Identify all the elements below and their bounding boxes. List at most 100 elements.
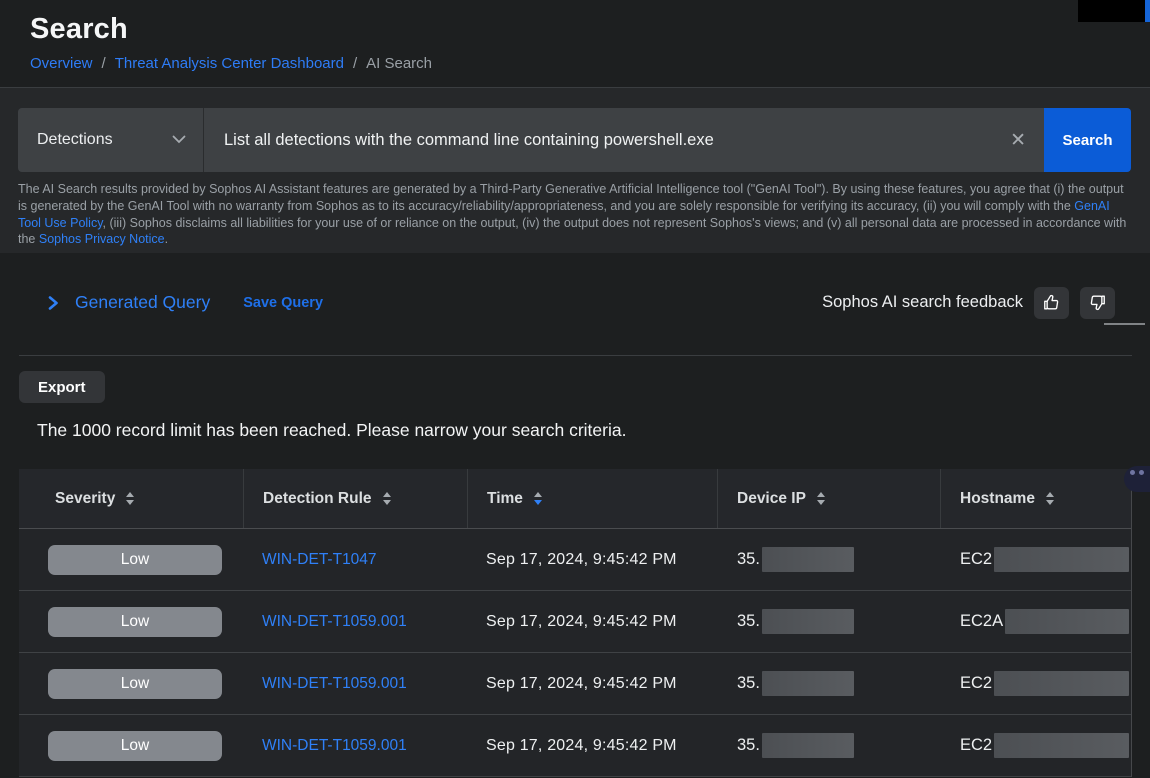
severity-badge: Low bbox=[48, 669, 222, 699]
breadcrumb-item[interactable]: Threat Analysis Center Dashboard bbox=[115, 55, 344, 72]
hostname-redaction bbox=[994, 547, 1129, 572]
column-header-device-ip[interactable]: Device IP bbox=[717, 469, 940, 528]
hostname-redaction bbox=[994, 671, 1129, 696]
time-value: Sep 17, 2024, 9:45:42 PM bbox=[486, 613, 677, 630]
breadcrumb-item: AI Search bbox=[366, 55, 432, 72]
device-ip-cell: 35. bbox=[717, 671, 940, 696]
search-bar: Detections List all detections with the … bbox=[18, 108, 1131, 172]
column-header-severity[interactable]: Severity bbox=[19, 469, 243, 528]
time-cell: Sep 17, 2024, 9:45:42 PM bbox=[467, 551, 717, 569]
hostname-redaction bbox=[994, 733, 1129, 758]
detection-rule-link[interactable]: WIN-DET-T1059.001 bbox=[262, 613, 407, 630]
breadcrumb: Overview / Threat Analysis Center Dashboar… bbox=[30, 55, 1120, 72]
severity-badge: Low bbox=[48, 731, 222, 761]
column-header-detection-rule[interactable]: Detection Rule bbox=[243, 469, 467, 528]
severity-cell: Low bbox=[19, 731, 243, 761]
feedback-label: Sophos AI search feedback bbox=[822, 293, 1023, 312]
search-button[interactable]: Search bbox=[1044, 108, 1131, 172]
floating-widget[interactable] bbox=[1124, 466, 1150, 492]
hostname-cell: EC2 bbox=[940, 671, 1131, 696]
sort-icon bbox=[126, 492, 134, 505]
table-header: Severity Detection Rule Time Device IP Hostn… bbox=[19, 469, 1131, 529]
disclaimer-segment: The AI Search results provided by Sophos… bbox=[18, 182, 1124, 213]
chevron-right-icon[interactable] bbox=[47, 295, 60, 311]
column-label: Hostname bbox=[960, 490, 1035, 508]
detection-rule-cell: WIN-DET-T1059.001 bbox=[243, 613, 467, 631]
column-label: Device IP bbox=[737, 490, 806, 508]
feedback-underline bbox=[1104, 323, 1145, 325]
thumbs-down-icon bbox=[1088, 293, 1107, 312]
device-ip-redaction bbox=[762, 609, 854, 634]
table-row[interactable]: Low WIN-DET-T1059.001 Sep 17, 2024, 9:45… bbox=[19, 653, 1131, 715]
severity-badge: Low bbox=[48, 607, 222, 637]
generated-query-toggle[interactable]: Generated Query bbox=[75, 292, 210, 313]
severity-badge: Low bbox=[48, 545, 222, 575]
column-label: Severity bbox=[55, 490, 115, 508]
column-header-time[interactable]: Time bbox=[467, 469, 717, 528]
severity-cell: Low bbox=[19, 669, 243, 699]
time-value: Sep 17, 2024, 9:45:42 PM bbox=[486, 551, 677, 568]
severity-cell: Low bbox=[19, 545, 243, 575]
detection-rule-cell: WIN-DET-T1059.001 bbox=[243, 737, 467, 755]
disclaimer-segment: . bbox=[165, 232, 168, 246]
detection-rule-link[interactable]: WIN-DET-T1047 bbox=[262, 551, 377, 568]
save-query-link[interactable]: Save Query bbox=[243, 295, 323, 311]
sort-icon bbox=[1046, 492, 1054, 505]
thumbs-down-button[interactable] bbox=[1080, 287, 1115, 319]
hostname-prefix: EC2 bbox=[960, 736, 992, 755]
browser-artifact-blue-edge bbox=[1145, 0, 1150, 22]
clear-search-icon[interactable]: ✕ bbox=[1006, 127, 1030, 154]
breadcrumb-separator: / bbox=[353, 55, 357, 72]
time-cell: Sep 17, 2024, 9:45:42 PM bbox=[467, 737, 717, 755]
record-limit-message: The 1000 record limit has been reached. … bbox=[37, 420, 1150, 441]
hostname-prefix: EC2 bbox=[960, 674, 992, 693]
time-value: Sep 17, 2024, 9:45:42 PM bbox=[486, 737, 677, 754]
export-button[interactable]: Export bbox=[19, 371, 105, 403]
hostname-prefix: EC2 bbox=[960, 550, 992, 569]
time-value: Sep 17, 2024, 9:45:42 PM bbox=[486, 675, 677, 692]
column-label: Time bbox=[487, 490, 523, 508]
sort-icon bbox=[383, 492, 391, 505]
hostname-cell: EC2A bbox=[940, 609, 1131, 634]
column-header-hostname[interactable]: Hostname bbox=[940, 469, 1131, 528]
breadcrumb-item[interactable]: Overview bbox=[30, 55, 93, 72]
severity-cell: Low bbox=[19, 607, 243, 637]
detection-rule-link[interactable]: WIN-DET-T1059.001 bbox=[262, 737, 407, 754]
breadcrumb-separator: / bbox=[102, 55, 106, 72]
device-ip-cell: 35. bbox=[717, 547, 940, 572]
detection-rule-link[interactable]: WIN-DET-T1059.001 bbox=[262, 675, 407, 692]
table-row[interactable]: Low WIN-DET-T1059.001 Sep 17, 2024, 9:45… bbox=[19, 591, 1131, 653]
feedback-group: Sophos AI search feedback bbox=[822, 287, 1115, 319]
browser-artifact bbox=[1078, 0, 1150, 22]
device-ip-prefix: 35. bbox=[737, 674, 760, 693]
generated-query-row: Generated Query Save Query Sophos AI sea… bbox=[0, 286, 1150, 319]
device-ip-prefix: 35. bbox=[737, 612, 760, 631]
device-ip-redaction bbox=[762, 733, 854, 758]
thumbs-up-button[interactable] bbox=[1034, 287, 1069, 319]
table-row[interactable]: Low WIN-DET-T1047 Sep 17, 2024, 9:45:42 … bbox=[19, 529, 1131, 591]
device-ip-redaction bbox=[762, 671, 854, 696]
search-input[interactable]: List all detections with the command lin… bbox=[204, 108, 1044, 172]
table-row[interactable]: Low WIN-DET-T1059.001 Sep 17, 2024, 9:45… bbox=[19, 715, 1131, 777]
disclaimer-link[interactable]: Sophos Privacy Notice bbox=[39, 232, 165, 246]
page-title: Search bbox=[30, 13, 1120, 46]
sort-icon bbox=[817, 492, 825, 505]
device-ip-prefix: 35. bbox=[737, 550, 760, 569]
hostname-redaction bbox=[1005, 609, 1129, 634]
hostname-cell: EC2 bbox=[940, 733, 1131, 758]
search-category-dropdown[interactable]: Detections bbox=[18, 108, 204, 172]
device-ip-cell: 35. bbox=[717, 609, 940, 634]
device-ip-prefix: 35. bbox=[737, 736, 760, 755]
hostname-prefix: EC2A bbox=[960, 612, 1003, 631]
table-body: Low WIN-DET-T1047 Sep 17, 2024, 9:45:42 … bbox=[19, 529, 1131, 777]
device-ip-cell: 35. bbox=[717, 733, 940, 758]
detection-rule-cell: WIN-DET-T1047 bbox=[243, 551, 467, 569]
disclaimer-text: The AI Search results provided by Sophos… bbox=[18, 181, 1131, 248]
time-cell: Sep 17, 2024, 9:45:42 PM bbox=[467, 613, 717, 631]
device-ip-redaction bbox=[762, 547, 854, 572]
search-section: Detections List all detections with the … bbox=[0, 87, 1150, 253]
chevron-down-icon bbox=[172, 131, 186, 149]
page-header: Search Overview / Threat Analysis Center D… bbox=[0, 0, 1150, 87]
detection-rule-cell: WIN-DET-T1059.001 bbox=[243, 675, 467, 693]
section-divider bbox=[19, 355, 1132, 356]
